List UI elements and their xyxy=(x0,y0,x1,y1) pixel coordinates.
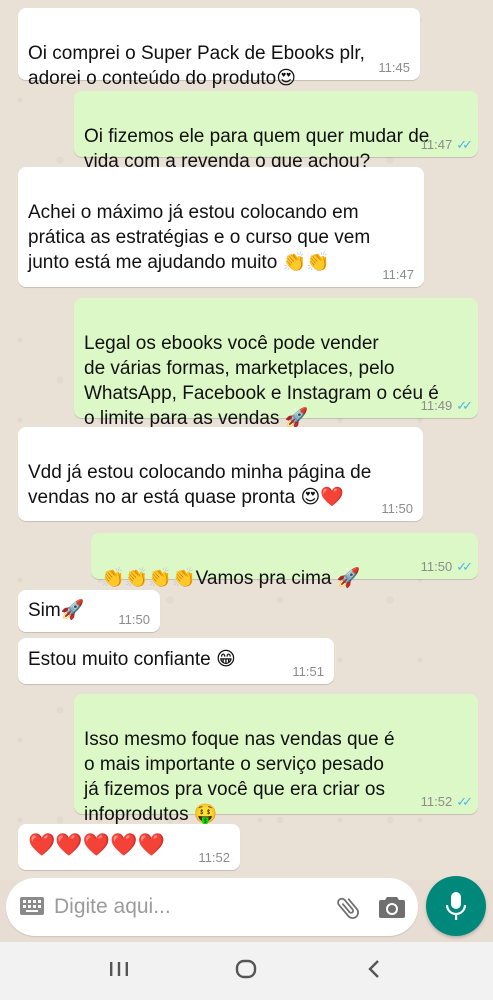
message-text: Sim🚀 xyxy=(28,600,85,621)
message-incoming[interactable]: Estou muito confiante 😁 11:51 xyxy=(18,638,334,684)
message-outgoing[interactable]: Isso mesmo foque nas vendas que é o mais… xyxy=(74,694,478,825)
message-time: 11:47 xyxy=(382,267,414,282)
message-composer[interactable]: Digite aqui... xyxy=(6,878,418,936)
back-icon[interactable] xyxy=(364,957,384,986)
message-text: Isso mesmo foque nas vendas que é o mais… xyxy=(84,729,395,825)
message-time: 11:47 ✓✓ xyxy=(420,137,473,152)
paperclip-icon[interactable] xyxy=(334,894,362,927)
microphone-icon xyxy=(445,892,467,920)
message-incoming[interactable]: Vdd já estou colocando minha página de v… xyxy=(18,427,423,521)
message-incoming[interactable]: Sim🚀 11:50 xyxy=(18,590,160,632)
message-time: 11:49 ✓✓ xyxy=(420,398,473,413)
message-outgoing[interactable]: Legal os ebooks você pode vender de vári… xyxy=(74,298,478,429)
home-icon[interactable] xyxy=(234,957,258,986)
message-time: 11:50 xyxy=(381,501,413,516)
message-text: 👏👏👏👏Vamos pra cima 🚀 xyxy=(101,568,361,589)
microphone-button[interactable] xyxy=(426,876,486,936)
message-text: Oi fizemos ele para quem quer mudar de v… xyxy=(84,126,430,172)
android-navigation-bar xyxy=(0,942,493,1000)
double-check-icon: ✓✓ xyxy=(456,794,473,809)
message-time: 11:52 xyxy=(198,850,230,865)
message-text: ❤️❤️❤️❤️❤️ xyxy=(28,832,165,857)
double-check-icon: ✓✓ xyxy=(456,559,473,574)
keyboard-icon[interactable] xyxy=(20,897,44,920)
message-time-text: 11:49 xyxy=(420,398,453,413)
message-time-text: 11:50 xyxy=(420,559,453,574)
message-text: Estou muito confiante 😁 xyxy=(28,649,236,670)
message-time: 11:45 xyxy=(378,60,410,75)
message-time: 11:50 xyxy=(118,612,150,627)
double-check-icon: ✓✓ xyxy=(456,137,473,152)
message-outgoing[interactable]: 👏👏👏👏Vamos pra cima 🚀 11:50 ✓✓ xyxy=(91,533,478,589)
message-input[interactable]: Digite aqui... xyxy=(54,895,171,919)
camera-icon[interactable] xyxy=(378,894,406,925)
message-time-text: 11:52 xyxy=(420,794,453,809)
message-text: Oi comprei o Super Pack de Ebooks plr, a… xyxy=(28,43,365,89)
recent-apps-icon[interactable] xyxy=(108,957,130,986)
message-incoming[interactable]: Oi comprei o Super Pack de Ebooks plr, a… xyxy=(18,8,420,89)
message-incoming[interactable]: Achei o máximo já estou colocando em prá… xyxy=(18,167,424,287)
message-incoming[interactable]: ❤️❤️❤️❤️❤️ 11:52 xyxy=(18,824,240,870)
message-time: 11:50 ✓✓ xyxy=(420,559,473,574)
double-check-icon: ✓✓ xyxy=(456,398,473,413)
message-text: Achei o máximo já estou colocando em prá… xyxy=(28,202,371,273)
message-time: 11:51 xyxy=(292,664,324,679)
message-outgoing[interactable]: Oi fizemos ele para quem quer mudar de v… xyxy=(74,91,478,172)
message-time: 11:52 ✓✓ xyxy=(420,794,473,809)
message-text: Legal os ebooks você pode vender de vári… xyxy=(84,333,439,429)
chat-area: Oi comprei o Super Pack de Ebooks plr, a… xyxy=(0,0,493,880)
message-time-text: 11:47 xyxy=(420,137,453,152)
message-text: Vdd já estou colocando minha página de v… xyxy=(28,462,372,508)
